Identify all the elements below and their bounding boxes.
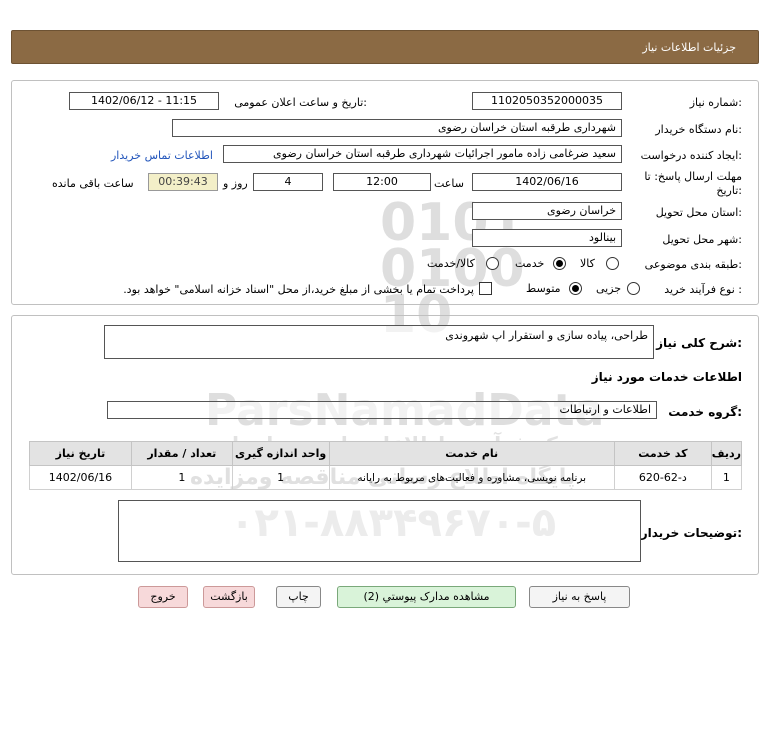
col-name-header: نام خدمت [328, 441, 615, 466]
buyer-org-field: شهرداری طرقبه استان خراسان رضوی [172, 119, 622, 137]
deadline-time-label: ساعت [434, 177, 464, 190]
process-type-label: نوع فرآیند خرید : [664, 283, 742, 296]
col-quantity-header: تعداد / مقدار [130, 441, 233, 466]
col-unit-header: واحد اندازه گیری [231, 441, 330, 466]
treasury-payment-checkbox[interactable] [479, 282, 492, 295]
summary-label: شرح کلی نیاز: [656, 336, 742, 350]
summary-text: طراحی، پیاده سازی و استقرار اپ شهروندی [445, 329, 648, 342]
days-label: روز و [223, 177, 248, 190]
cell-need-date: 1402/06/16 [29, 465, 132, 490]
days-field: 4 [253, 173, 323, 191]
deadline-label-date: تاریخ: [716, 184, 742, 197]
city-label: شهر محل تحویل: [662, 233, 742, 246]
exit-button[interactable]: خروج [138, 586, 188, 608]
category-option-goods-service: کالا/خدمت [427, 257, 475, 270]
service-group-label: گروه خدمت: [668, 405, 742, 419]
buyer-notes-label: توضیحات خریدار: [640, 526, 742, 540]
view-documents-button[interactable]: مشاهده مدارک پیوستي (2) [337, 586, 516, 608]
reply-button[interactable]: پاسخ به نیاز [529, 586, 630, 608]
col-code-header: کد خدمت [613, 441, 712, 466]
page-title: جزئیات اطلاعات نیاز [642, 41, 736, 54]
col-date-header: تاریخ نیاز [29, 441, 132, 466]
service-group-field: اطلاعات و ارتباطات [107, 401, 657, 419]
city-field: بینالود [472, 229, 622, 247]
cell-unit: 1 [231, 465, 330, 490]
payment-note: پرداخت تمام یا بخشی از مبلغ خرید،از محل … [123, 283, 474, 296]
creator-label: ایجاد کننده درخواست: [640, 149, 742, 162]
cell-row-number: 1 [710, 465, 743, 490]
deadline-time-field: 12:00 [333, 173, 431, 191]
category-option-service: خدمت [515, 257, 545, 270]
cell-service-code: د-62-620 [613, 465, 712, 490]
process-radio-medium[interactable] [569, 282, 582, 295]
category-radio-service[interactable] [553, 257, 566, 270]
col-row-header: ردیف [710, 441, 743, 466]
process-option-medium: متوسط [526, 282, 561, 295]
services-heading: اطلاعات خدمات مورد نیاز [591, 370, 742, 384]
cell-quantity: 1 [130, 465, 233, 490]
category-option-goods: کالا [580, 257, 595, 270]
announce-label: تاریخ و ساعت اعلان عمومی: [234, 96, 367, 109]
process-option-minor: جزیی [596, 282, 622, 295]
back-button[interactable]: بازگشت [203, 586, 255, 608]
print-button[interactable]: چاپ [276, 586, 321, 608]
remaining-label: ساعت باقی مانده [52, 177, 134, 190]
buyer-org-label: نام دستگاه خریدار: [655, 123, 742, 136]
summary-field: طراحی، پیاده سازی و استقرار اپ شهروندی [104, 325, 654, 359]
remaining-time-field: 00:39:43 [148, 173, 218, 191]
category-label: طبقه بندی موضوعی: [644, 258, 742, 271]
need-number-field: 1102050352000035 [472, 92, 622, 110]
need-number-label: شماره نیاز: [689, 96, 742, 109]
services-table-header: ردیف کد خدمت نام خدمت واحد اندازه گیری ت… [29, 441, 743, 466]
deadline-label: مهلت ارسال پاسخ: تا [644, 170, 742, 183]
process-radio-minor[interactable] [627, 282, 640, 295]
need-info-panel [11, 80, 759, 305]
services-table: ردیف کد خدمت نام خدمت واحد اندازه گیری ت… [29, 441, 743, 490]
cell-service-name: برنامه نویسی، مشاوره و فعالیت‌های مربوط … [328, 465, 615, 490]
table-row: 1 د-62-620 برنامه نویسی، مشاوره و فعالیت… [29, 465, 743, 490]
contact-buyer-link[interactable]: اطلاعات تماس خریدار [111, 149, 213, 162]
creator-field: سعید ضرغامی زاده مامور اجرائیات شهرداری … [223, 145, 622, 163]
category-radio-goods[interactable] [606, 257, 619, 270]
announce-field: 1402/06/12 - 11:15 [69, 92, 219, 110]
category-radio-goods-service[interactable] [486, 257, 499, 270]
buyer-notes-field [118, 500, 641, 562]
province-label: استان محل تحویل: [655, 206, 742, 219]
page-header: جزئیات اطلاعات نیاز [11, 30, 759, 64]
province-field: خراسان رضوی [472, 202, 622, 220]
deadline-date-field: 1402/06/16 [472, 173, 622, 191]
